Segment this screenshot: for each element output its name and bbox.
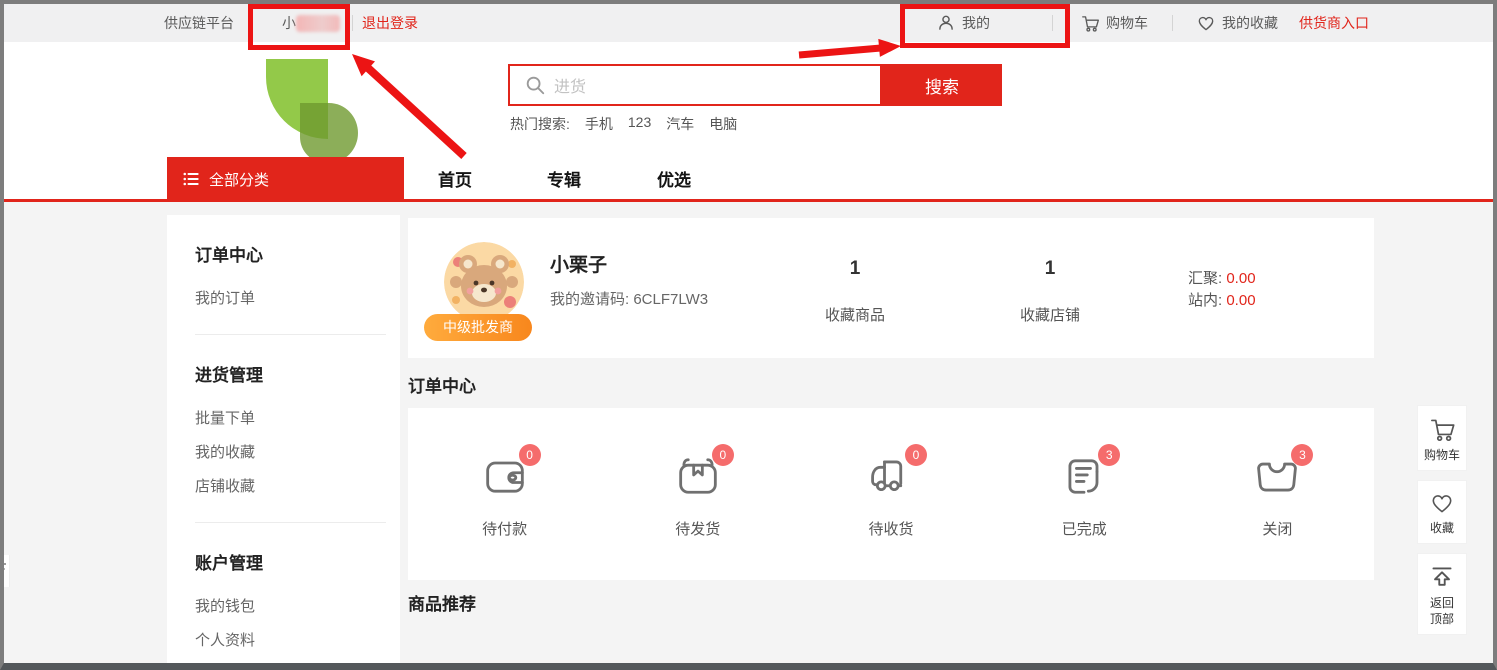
sidebar-item-bulk-order[interactable]: 批量下单 xyxy=(195,410,400,428)
float-cart-label: 购物车 xyxy=(1424,447,1460,463)
sidebar-item-recipient-mgmt[interactable]: 收件人管理 xyxy=(195,666,400,670)
profile-name: 小栗子 xyxy=(550,250,607,277)
hot-search-label: 热门搜索: xyxy=(510,114,570,134)
top-bar: 供应链平台 小 退出登录 我的 购物车 我的收藏 供货商入口 xyxy=(4,4,1493,42)
sidebar-section-purchase-mgmt: 进货管理 xyxy=(195,361,400,386)
stat-fav-products[interactable]: 1 收藏商品 xyxy=(785,258,925,325)
balance-value: 0.00 xyxy=(1226,292,1255,309)
search-placeholder: 进货 xyxy=(554,73,586,97)
divider xyxy=(195,522,386,523)
float-cart-button[interactable]: 购物车 xyxy=(1417,405,1467,471)
product-recommend-title: 商品推荐 xyxy=(408,590,476,615)
back-to-top-button[interactable]: 返回顶部 xyxy=(1417,553,1467,635)
float-favorites-label: 收藏 xyxy=(1430,520,1454,536)
heart-icon xyxy=(1429,490,1455,516)
stat-value: 1 xyxy=(980,258,1120,280)
platform-label: 供应链平台 xyxy=(164,4,234,42)
divider xyxy=(1052,15,1053,31)
wholesaler-level-badge: 中级批发商 xyxy=(424,314,532,341)
sidebar-item-my-orders[interactable]: 我的订单 xyxy=(195,290,400,308)
tab-home[interactable]: 首页 xyxy=(438,166,472,191)
all-categories-button[interactable]: 全部分类 xyxy=(167,157,404,201)
divider xyxy=(352,15,353,31)
stat-label: 收藏店铺 xyxy=(980,304,1120,325)
order-status-card: 0 待付款 0 待发货 0 xyxy=(408,408,1374,580)
stat-label: 收藏商品 xyxy=(785,304,925,325)
balance-value: 0.00 xyxy=(1226,270,1255,287)
username-redaction-blur xyxy=(296,15,340,32)
list-menu-icon xyxy=(181,169,201,189)
invite-code: 我的邀请码: 6CLF7LW3 xyxy=(550,288,708,309)
cart-link[interactable]: 购物车 xyxy=(1106,4,1148,42)
heart-icon xyxy=(1196,13,1216,33)
balance-label: 汇聚: xyxy=(1188,270,1222,287)
order-status-pending-receipt[interactable]: 0 待收货 xyxy=(794,450,987,539)
site-logo[interactable] xyxy=(266,59,366,151)
stat-value: 1 xyxy=(785,258,925,280)
balance-row: 汇聚: 0.00 xyxy=(1188,268,1256,290)
search-input[interactable]: 进货 xyxy=(508,64,882,106)
cart-icon xyxy=(1428,415,1456,443)
divider xyxy=(195,334,386,335)
hot-search-item[interactable]: 手机 xyxy=(585,114,613,134)
order-status-label: 待付款 xyxy=(482,518,527,539)
stat-fav-shops[interactable]: 1 收藏店铺 xyxy=(980,258,1120,325)
logout-link[interactable]: 退出登录 xyxy=(362,4,418,42)
hot-search-item[interactable]: 电脑 xyxy=(709,114,737,134)
order-status-pending-payment[interactable]: 0 待付款 xyxy=(408,450,601,539)
supplier-entry-link[interactable]: 供货商入口 xyxy=(1299,4,1369,42)
account-sidebar: 订单中心 我的订单 进货管理 批量下单 我的收藏 店铺收藏 账户管理 我的钱包 … xyxy=(167,215,400,663)
search-bar: 进货 搜索 xyxy=(508,64,1002,106)
username-link[interactable]: 小 xyxy=(282,4,296,42)
divider xyxy=(1172,15,1173,31)
count-badge: 3 xyxy=(1098,444,1120,466)
order-status-label: 关闭 xyxy=(1262,518,1292,539)
order-status-label: 待收货 xyxy=(869,518,914,539)
floating-toolbar: 购物车 收藏 返回顶部 xyxy=(1417,405,1467,644)
page: 供应链平台 小 退出登录 我的 购物车 我的收藏 供货商入口 xyxy=(0,0,1497,670)
float-favorites-button[interactable]: 收藏 xyxy=(1417,480,1467,544)
tab-albums[interactable]: 专辑 xyxy=(547,166,581,191)
left-edge-artifact xyxy=(0,555,10,587)
count-badge: 0 xyxy=(905,444,927,466)
search-icon xyxy=(524,74,546,96)
balance-label: 站内: xyxy=(1188,292,1222,309)
sidebar-section-account-mgmt: 账户管理 xyxy=(195,549,400,574)
order-center-title: 订单中心 xyxy=(408,372,476,397)
search-button[interactable]: 搜索 xyxy=(882,64,1002,106)
balances: 汇聚: 0.00 站内: 0.00 xyxy=(1188,268,1256,312)
count-badge: 3 xyxy=(1291,444,1313,466)
cart-icon xyxy=(1080,13,1100,33)
order-status-closed[interactable]: 3 关闭 xyxy=(1181,450,1374,539)
order-status-label: 已完成 xyxy=(1062,518,1107,539)
count-badge: 0 xyxy=(519,444,541,466)
tab-featured[interactable]: 优选 xyxy=(657,166,691,191)
hot-search-item[interactable]: 123 xyxy=(628,114,651,134)
order-status-completed[interactable]: 3 已完成 xyxy=(988,450,1181,539)
all-categories-label: 全部分类 xyxy=(209,169,269,190)
hot-search-item[interactable]: 汽车 xyxy=(666,114,694,134)
profile-card: 中级批发商 小栗子 我的邀请码: 6CLF7LW3 1 收藏商品 1 收藏店铺 … xyxy=(408,218,1374,358)
order-status-pending-shipment[interactable]: 0 待发货 xyxy=(601,450,794,539)
sidebar-item-my-wallet[interactable]: 我的钱包 xyxy=(195,598,400,616)
sidebar-item-my-favorites[interactable]: 我的收藏 xyxy=(195,444,400,462)
sidebar-section-order-center: 订单中心 xyxy=(195,241,400,266)
favorites-link[interactable]: 我的收藏 xyxy=(1222,4,1278,42)
avatar[interactable] xyxy=(444,242,524,322)
sidebar-item-shop-favorites[interactable]: 店铺收藏 xyxy=(195,478,400,496)
balance-row: 站内: 0.00 xyxy=(1188,290,1256,312)
user-icon xyxy=(936,13,956,33)
back-to-top-label: 返回顶部 xyxy=(1430,595,1454,627)
logo-shape-dark xyxy=(300,103,358,163)
count-badge: 0 xyxy=(712,444,734,466)
my-account-link[interactable]: 我的 xyxy=(962,4,990,42)
order-status-label: 待发货 xyxy=(675,518,720,539)
back-to-top-icon xyxy=(1428,563,1456,591)
hot-search-row: 热门搜索: 手机 123 汽车 电脑 xyxy=(510,114,737,134)
sidebar-item-personal-info[interactable]: 个人资料 xyxy=(195,632,400,650)
